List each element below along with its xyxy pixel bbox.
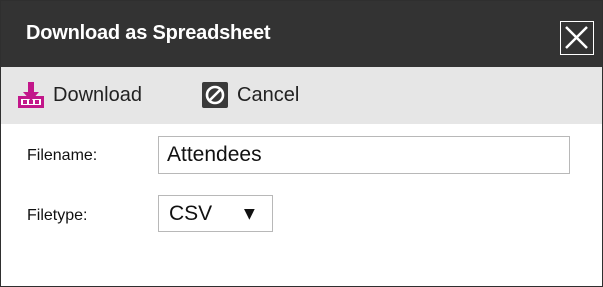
dialog-titlebar: Download as Spreadsheet — [1, 1, 602, 67]
filetype-label: Filetype: — [27, 207, 88, 224]
filetype-selected-value: CSV — [169, 202, 213, 225]
cancel-button[interactable]: Cancel — [200, 80, 299, 110]
download-spreadsheet-dialog: Download as Spreadsheet Download Cancel … — [0, 0, 603, 287]
dialog-toolbar: Download Cancel — [1, 67, 602, 124]
dropdown-arrow-icon: ▼ — [244, 206, 255, 222]
cancel-label: Cancel — [237, 83, 300, 106]
download-icon — [16, 80, 46, 110]
close-icon — [565, 26, 588, 49]
close-button[interactable] — [560, 21, 594, 55]
download-label: Download — [53, 83, 142, 106]
cancel-icon — [200, 80, 230, 110]
download-button[interactable]: Download — [16, 80, 142, 110]
filename-input[interactable] — [158, 136, 570, 174]
filename-label: Filename: — [27, 147, 98, 164]
filetype-select[interactable]: CSV ▼ — [158, 195, 273, 232]
dialog-title: Download as Spreadsheet — [26, 22, 271, 44]
